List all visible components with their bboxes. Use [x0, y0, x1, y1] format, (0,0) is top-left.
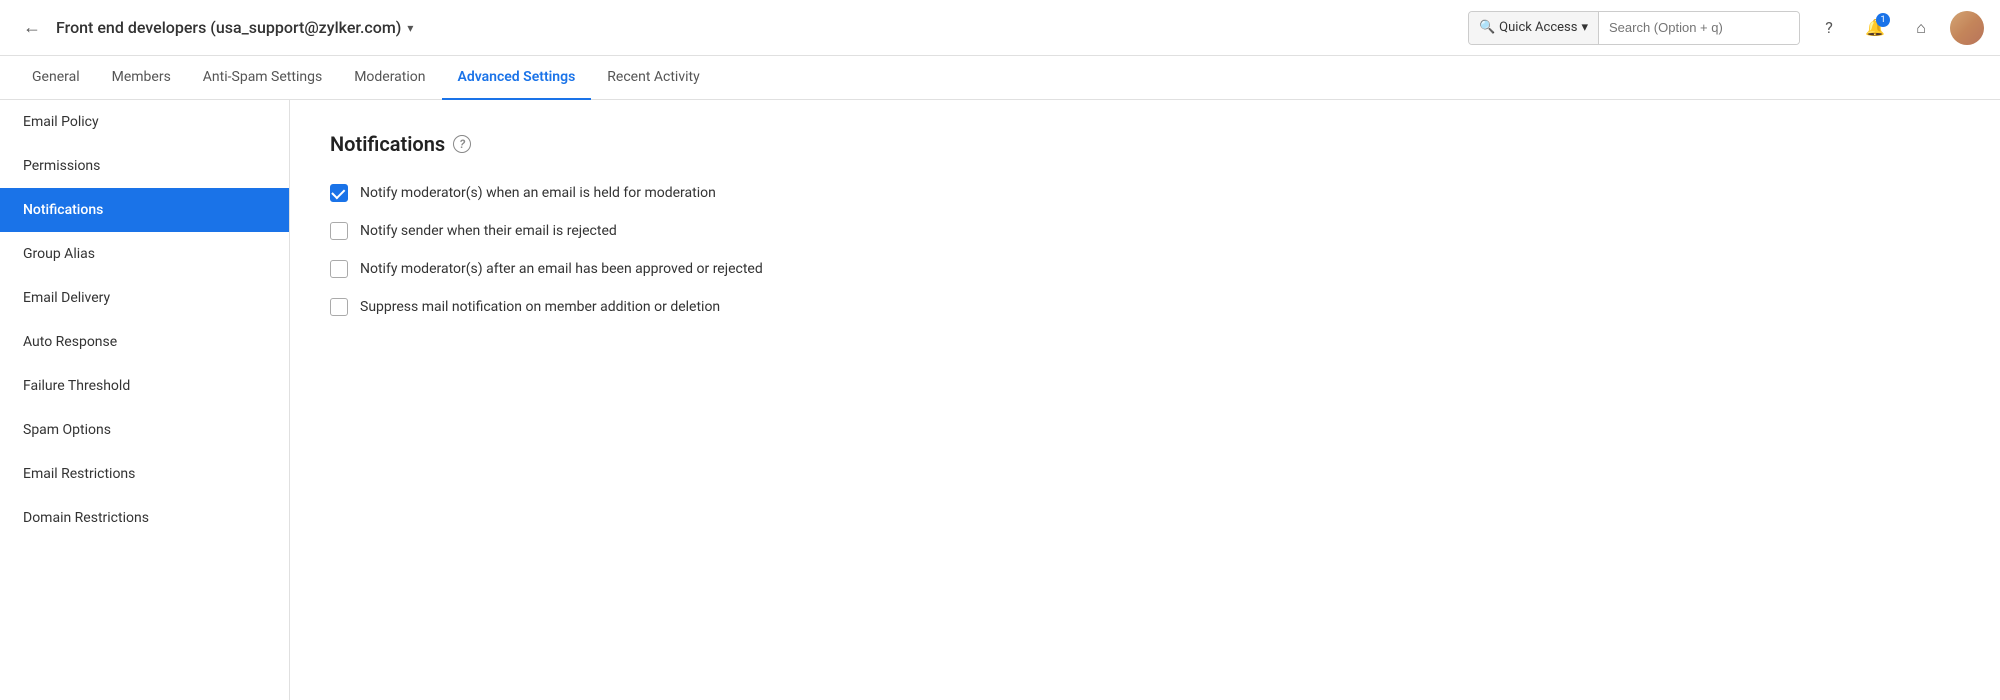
sidebar-item-email-restrictions[interactable]: Email Restrictions	[0, 452, 289, 496]
sidebar-item-domain-restrictions[interactable]: Domain Restrictions	[0, 496, 289, 540]
quick-access-button[interactable]: 🔍 Quick Access ▾	[1469, 12, 1599, 44]
section-title: Notifications	[330, 132, 445, 156]
avatar[interactable]	[1950, 11, 1984, 45]
checkbox-3[interactable]	[330, 260, 348, 278]
checkbox-item-3[interactable]: Notify moderator(s) after an email has b…	[330, 260, 1960, 278]
sidebar: Email Policy Permissions Notifications G…	[0, 100, 290, 700]
group-name-text: Front end developers (usa_support@zylker…	[56, 18, 401, 37]
notification-button[interactable]: 🔔 1	[1858, 11, 1892, 45]
back-icon: ←	[23, 17, 41, 38]
quick-access-label: Quick Access	[1499, 20, 1577, 35]
sidebar-item-spam-options[interactable]: Spam Options	[0, 408, 289, 452]
sidebar-item-notifications[interactable]: Notifications	[0, 188, 289, 232]
tab-moderation[interactable]: Moderation	[338, 56, 441, 100]
sidebar-item-permissions[interactable]: Permissions	[0, 144, 289, 188]
tab-anti-spam[interactable]: Anti-Spam Settings	[187, 56, 338, 100]
topbar-left: ← Front end developers (usa_support@zylk…	[16, 12, 1468, 44]
search-input[interactable]	[1599, 12, 1799, 44]
section-header: Notifications ?	[330, 132, 1960, 156]
sidebar-item-email-policy[interactable]: Email Policy	[0, 100, 289, 144]
avatar-image	[1950, 11, 1984, 45]
checkbox-label-2: Notify sender when their email is reject…	[360, 223, 617, 239]
sidebar-item-group-alias[interactable]: Group Alias	[0, 232, 289, 276]
topbar-right: 🔍 Quick Access ▾ ? 🔔 1 ⌂	[1468, 11, 1984, 45]
tabs-bar: General Members Anti-Spam Settings Moder…	[0, 56, 2000, 100]
checkbox-item-1[interactable]: Notify moderator(s) when an email is hel…	[330, 184, 1960, 202]
quick-access-caret-icon: ▾	[1581, 20, 1588, 35]
section-help-icon[interactable]: ?	[453, 135, 471, 153]
home-icon: ⌂	[1916, 18, 1926, 38]
notification-badge: 1	[1876, 13, 1890, 27]
back-button[interactable]: ←	[16, 12, 48, 44]
notifications-checkbox-list: Notify moderator(s) when an email is hel…	[330, 184, 1960, 316]
checkbox-label-4: Suppress mail notification on member add…	[360, 299, 720, 315]
checkbox-item-4[interactable]: Suppress mail notification on member add…	[330, 298, 1960, 316]
sidebar-item-failure-threshold[interactable]: Failure Threshold	[0, 364, 289, 408]
tab-recent-activity[interactable]: Recent Activity	[591, 56, 715, 100]
main-layout: Email Policy Permissions Notifications G…	[0, 100, 2000, 700]
checkbox-1[interactable]	[330, 184, 348, 202]
checkbox-4[interactable]	[330, 298, 348, 316]
checkbox-item-2[interactable]: Notify sender when their email is reject…	[330, 222, 1960, 240]
search-icon: 🔍	[1479, 20, 1495, 35]
tab-members[interactable]: Members	[96, 56, 187, 100]
checkbox-label-3: Notify moderator(s) after an email has b…	[360, 261, 763, 277]
help-button[interactable]: ?	[1812, 11, 1846, 45]
group-title[interactable]: Front end developers (usa_support@zylker…	[56, 18, 413, 37]
checkbox-2[interactable]	[330, 222, 348, 240]
home-button[interactable]: ⌂	[1904, 11, 1938, 45]
tab-advanced-settings[interactable]: Advanced Settings	[442, 56, 592, 100]
sidebar-item-auto-response[interactable]: Auto Response	[0, 320, 289, 364]
search-bar: 🔍 Quick Access ▾	[1468, 11, 1800, 45]
group-caret-icon: ▾	[407, 21, 413, 35]
checkbox-label-1: Notify moderator(s) when an email is hel…	[360, 185, 716, 201]
tab-general[interactable]: General	[16, 56, 96, 100]
topbar: ← Front end developers (usa_support@zylk…	[0, 0, 2000, 56]
help-icon: ?	[1825, 18, 1833, 37]
sidebar-item-email-delivery[interactable]: Email Delivery	[0, 276, 289, 320]
content-area: Notifications ? Notify moderator(s) when…	[290, 100, 2000, 700]
